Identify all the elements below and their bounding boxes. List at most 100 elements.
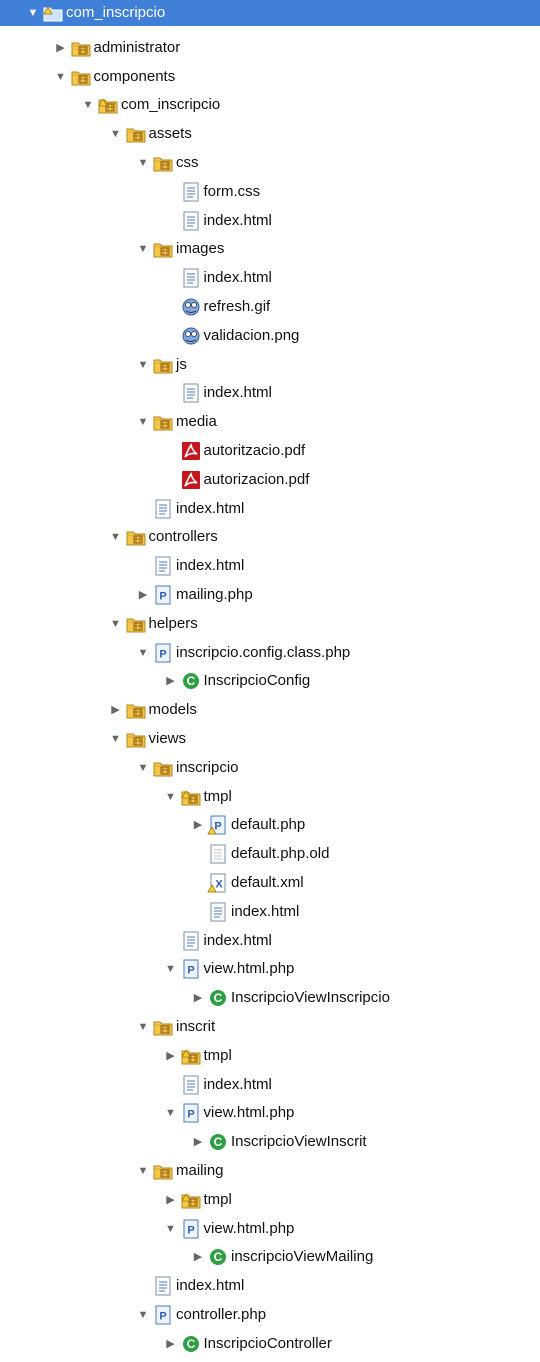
package-folder-icon bbox=[152, 238, 174, 260]
expanded-twisty-icon[interactable]: ▼ bbox=[164, 782, 178, 811]
tree-row[interactable]: ▶ models bbox=[0, 695, 540, 724]
tree-row[interactable]: index.html bbox=[0, 494, 540, 523]
tree-item-label: index.html bbox=[176, 557, 245, 574]
tree-row[interactable]: ▼ com_inscripcio bbox=[0, 90, 540, 119]
tree-row[interactable]: index.html bbox=[0, 1070, 540, 1099]
collapsed-twisty-icon[interactable]: ▶ bbox=[191, 1242, 205, 1271]
tree-row[interactable]: ▼ css bbox=[0, 148, 540, 177]
tree-row[interactable]: ▼ P view.html.php bbox=[0, 954, 540, 983]
package-folder-icon bbox=[125, 123, 147, 145]
package-folder-icon bbox=[70, 66, 92, 88]
expanded-twisty-icon[interactable]: ▼ bbox=[136, 1012, 150, 1041]
tree-row[interactable]: validacion.png bbox=[0, 321, 540, 350]
tree-row[interactable]: ▼ P inscripcio.config.class.php bbox=[0, 638, 540, 667]
tree-row[interactable]: index.html bbox=[0, 897, 540, 926]
collapsed-twisty-icon[interactable]: ▶ bbox=[164, 1041, 178, 1070]
tree-row[interactable]: ▶ C inscripcioViewMailing bbox=[0, 1242, 540, 1271]
tree-row[interactable]: ▼ P controller.php bbox=[0, 1300, 540, 1329]
tree-item-label: controller.php bbox=[176, 1306, 267, 1323]
collapsed-twisty-icon[interactable]: ▶ bbox=[191, 810, 205, 839]
tree-row[interactable]: ▼ inscripcio bbox=[0, 753, 540, 782]
tree-row[interactable]: ▼ views bbox=[0, 724, 540, 753]
expanded-twisty-icon[interactable]: ▼ bbox=[136, 1300, 150, 1329]
tree-row[interactable]: X default.xml bbox=[0, 868, 540, 897]
tree-row[interactable]: ▼ controllers bbox=[0, 522, 540, 551]
text-file-icon bbox=[180, 181, 202, 203]
tree-row[interactable]: index.html bbox=[0, 926, 540, 955]
tree-row[interactable]: autoritzacio.pdf bbox=[0, 436, 540, 465]
expanded-twisty-icon[interactable]: ▼ bbox=[109, 724, 123, 753]
tree-row[interactable]: ▶ administrator bbox=[0, 33, 540, 62]
text-file-icon bbox=[207, 901, 229, 923]
tree-item-label: mailing bbox=[176, 1162, 224, 1179]
tree-row[interactable]: index.html bbox=[0, 206, 540, 235]
expanded-twisty-icon[interactable]: ▼ bbox=[136, 350, 150, 379]
tree-row[interactable]: ▶ C InscripcioController bbox=[0, 1329, 540, 1358]
tree-row[interactable]: index.html bbox=[0, 551, 540, 580]
svg-text:X: X bbox=[215, 878, 223, 890]
collapsed-twisty-icon[interactable]: ▶ bbox=[136, 580, 150, 609]
expanded-twisty-icon[interactable]: ▼ bbox=[54, 62, 68, 91]
expanded-twisty-icon[interactable]: ▼ bbox=[164, 1214, 178, 1243]
tree-row[interactable]: ▶ P default.php bbox=[0, 810, 540, 839]
tree-row[interactable]: ▼ media bbox=[0, 407, 540, 436]
package-folder-icon bbox=[125, 728, 147, 750]
tree-row[interactable]: form.css bbox=[0, 177, 540, 206]
tree-row[interactable]: index.html bbox=[0, 1271, 540, 1300]
tree-row[interactable]: ▼ helpers bbox=[0, 609, 540, 638]
tree-row[interactable]: ▼ tmpl bbox=[0, 782, 540, 811]
pdf-file-icon bbox=[180, 469, 202, 491]
tree-item-label: models bbox=[148, 701, 197, 718]
tree-row[interactable]: ▼ P view.html.php bbox=[0, 1098, 540, 1127]
collapsed-twisty-icon[interactable]: ▶ bbox=[164, 1185, 178, 1214]
tree-row[interactable]: ▶ P mailing.php bbox=[0, 580, 540, 609]
collapsed-twisty-icon[interactable]: ▶ bbox=[164, 666, 178, 695]
tree-row[interactable]: ▼ com_inscripcio bbox=[0, 0, 540, 26]
expanded-twisty-icon[interactable]: ▼ bbox=[164, 1098, 178, 1127]
collapsed-twisty-icon[interactable]: ▶ bbox=[109, 695, 123, 724]
tree-row[interactable]: ▶ tmpl bbox=[0, 1041, 540, 1070]
package-folder-icon bbox=[152, 411, 174, 433]
expanded-twisty-icon[interactable]: ▼ bbox=[136, 1156, 150, 1185]
tree-row[interactable]: autorizacion.pdf bbox=[0, 465, 540, 494]
tree-row[interactable]: ▼ js bbox=[0, 350, 540, 379]
expanded-twisty-icon[interactable]: ▼ bbox=[136, 407, 150, 436]
tree-row[interactable]: ▼ components bbox=[0, 62, 540, 91]
tree-row[interactable]: ▼ mailing bbox=[0, 1156, 540, 1185]
tree-item-label: InscripcioConfig bbox=[203, 672, 311, 689]
svg-text:C: C bbox=[214, 1135, 223, 1149]
tree-row[interactable]: index.html bbox=[0, 378, 540, 407]
pdf-file-icon bbox=[180, 440, 202, 462]
tree-row[interactable]: ▼ inscrit bbox=[0, 1012, 540, 1041]
tree-row[interactable]: ▶ C InscripcioViewInscrit bbox=[0, 1127, 540, 1156]
tree-row[interactable]: ▶ C InscripcioViewInscripcio bbox=[0, 983, 540, 1012]
tree-row[interactable]: ▶ C InscripcioConfig bbox=[0, 666, 540, 695]
expanded-twisty-icon[interactable]: ▼ bbox=[26, 0, 40, 26]
tree-row[interactable]: default.php.old bbox=[0, 839, 540, 868]
expanded-twisty-icon[interactable]: ▼ bbox=[136, 148, 150, 177]
expanded-twisty-icon[interactable]: ▼ bbox=[164, 954, 178, 983]
package-folder-icon bbox=[152, 757, 174, 779]
tree-row[interactable]: ▼ assets bbox=[0, 119, 540, 148]
collapsed-twisty-icon[interactable]: ▶ bbox=[164, 1329, 178, 1358]
expanded-twisty-icon[interactable]: ▼ bbox=[109, 522, 123, 551]
expanded-twisty-icon[interactable]: ▼ bbox=[136, 753, 150, 782]
expanded-twisty-icon[interactable]: ▼ bbox=[136, 234, 150, 263]
expanded-twisty-icon[interactable]: ▼ bbox=[81, 90, 95, 119]
tree-item-label: administrator bbox=[93, 39, 181, 56]
collapsed-twisty-icon[interactable]: ▶ bbox=[191, 1127, 205, 1156]
collapsed-twisty-icon[interactable]: ▶ bbox=[54, 33, 68, 62]
tree-item-label: view.html.php bbox=[203, 1104, 295, 1121]
tree-row[interactable]: ▼ images bbox=[0, 234, 540, 263]
tree-item-label: components bbox=[93, 68, 176, 85]
tree-row[interactable]: ▼ P view.html.php bbox=[0, 1214, 540, 1243]
tree-row[interactable]: refresh.gif bbox=[0, 292, 540, 321]
tree-row[interactable]: index.html bbox=[0, 263, 540, 292]
tree-row[interactable]: ▶ tmpl bbox=[0, 1185, 540, 1214]
expanded-twisty-icon[interactable]: ▼ bbox=[109, 609, 123, 638]
expanded-twisty-icon[interactable]: ▼ bbox=[136, 638, 150, 667]
tree-item-label: css bbox=[176, 154, 199, 171]
expanded-twisty-icon[interactable]: ▼ bbox=[109, 119, 123, 148]
image-file-icon bbox=[180, 296, 202, 318]
collapsed-twisty-icon[interactable]: ▶ bbox=[191, 983, 205, 1012]
